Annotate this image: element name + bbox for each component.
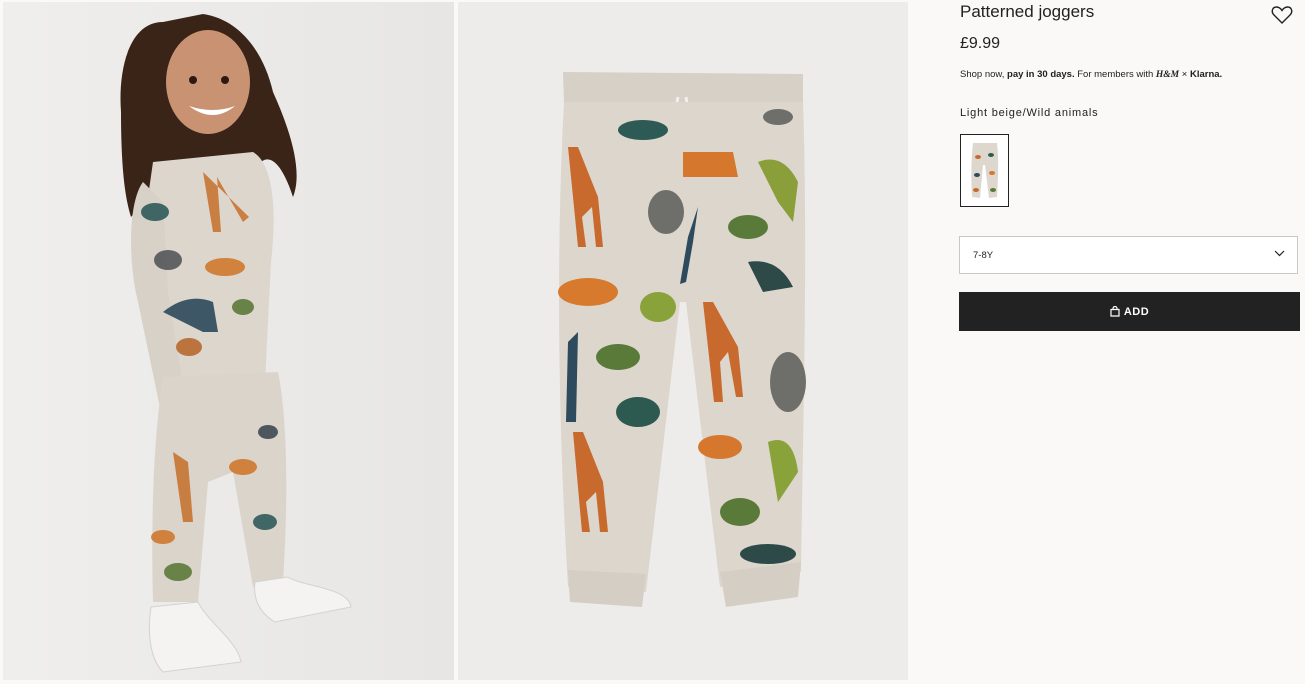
klarna-times: × <box>1179 69 1190 80</box>
hm-logo: H&M <box>1155 70 1180 80</box>
klarna-logo: Klarna. <box>1189 69 1223 80</box>
klarna-prefix: Shop now, <box>960 69 1008 80</box>
size-dropdown[interactable]: 7-8Y <box>959 236 1298 274</box>
product-image-flatlay[interactable] <box>458 2 908 680</box>
color-swatch-selected[interactable] <box>960 134 1009 207</box>
product-image-model[interactable] <box>3 2 454 680</box>
add-to-bag-button[interactable]: ADD <box>959 292 1300 331</box>
klarna-promo: Shop now, pay in 30 days. For members wi… <box>960 69 1222 80</box>
klarna-suffix: For members with <box>1074 69 1156 80</box>
heart-outline-icon[interactable] <box>1271 5 1293 25</box>
product-title: Patterned joggers <box>960 2 1095 21</box>
klarna-pay-later: pay in 30 days. <box>1007 69 1075 80</box>
shopping-bag-icon <box>1110 306 1120 317</box>
selected-color-label: Light beige/Wild animals <box>960 107 1099 119</box>
add-button-label: ADD <box>1123 305 1150 318</box>
size-selected-value: 7-8Y <box>973 250 994 261</box>
product-price: £9.99 <box>960 35 1001 52</box>
chevron-down-icon <box>1274 250 1285 257</box>
